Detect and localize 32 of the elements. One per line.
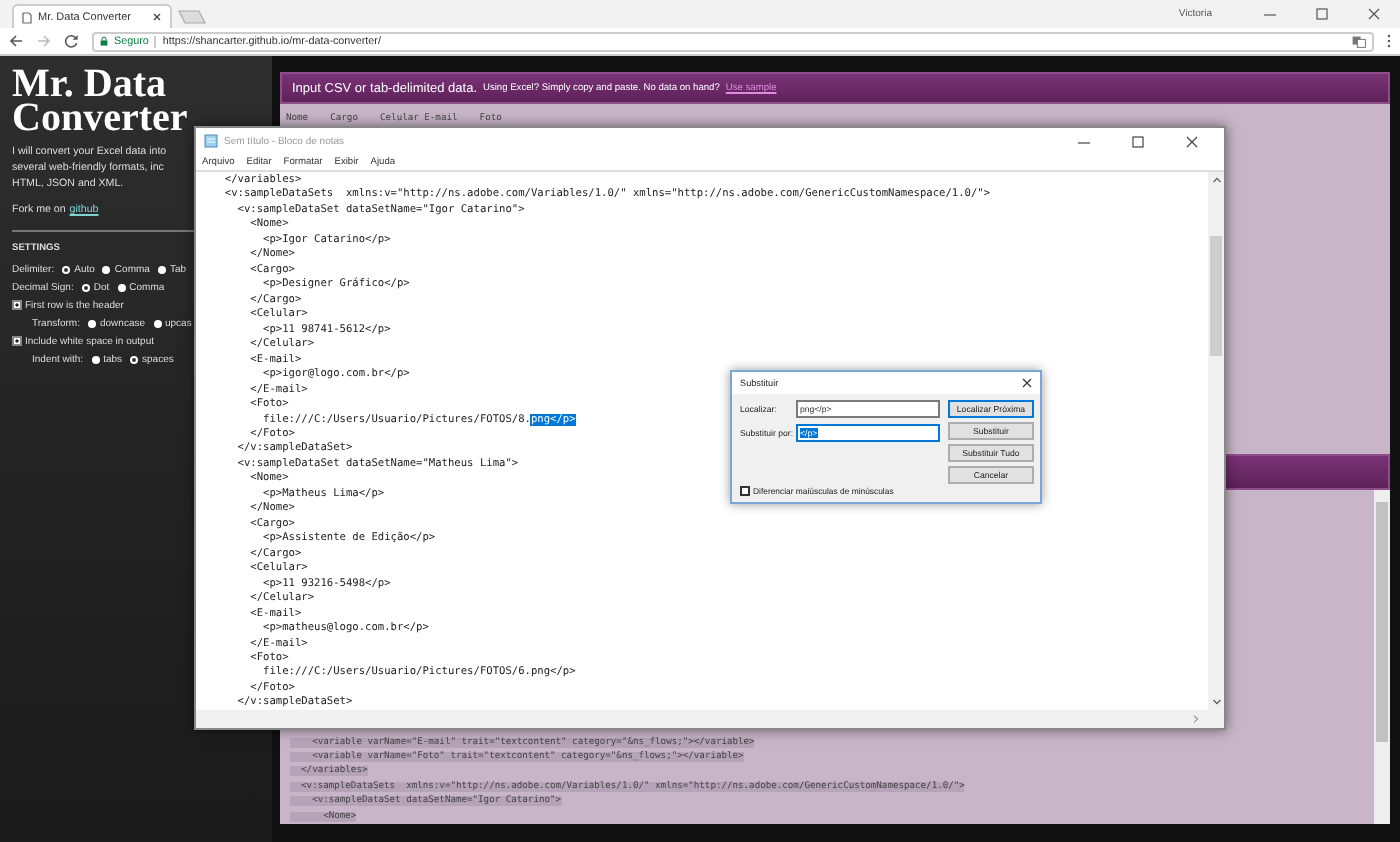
- back-icon[interactable]: [8, 34, 24, 48]
- translate-icon[interactable]: [1352, 35, 1366, 47]
- radio-button[interactable]: [81, 283, 90, 291]
- radio-button[interactable]: [130, 355, 139, 363]
- checkbox[interactable]: [12, 336, 21, 346]
- scrollbar[interactable]: [196, 710, 1224, 728]
- close-icon[interactable]: [1368, 8, 1380, 20]
- scrollbar[interactable]: [1208, 172, 1224, 710]
- menu-icon[interactable]: [1386, 34, 1392, 48]
- radio-button[interactable]: [157, 265, 166, 273]
- checkbox[interactable]: [12, 300, 21, 310]
- maximize-icon[interactable]: [1316, 8, 1328, 20]
- radio-button[interactable]: [62, 265, 71, 273]
- scroll-up-icon[interactable]: [1211, 176, 1221, 184]
- radio-button[interactable]: [87, 319, 96, 327]
- radio-button[interactable]: [102, 265, 111, 273]
- close-icon[interactable]: [1186, 135, 1198, 147]
- close-icon[interactable]: [1022, 378, 1032, 388]
- reload-icon[interactable]: [64, 34, 80, 48]
- maximize-icon[interactable]: [1132, 135, 1144, 147]
- radio-button[interactable]: [91, 355, 100, 363]
- site-title: Mr. Data Converter: [12, 68, 190, 136]
- scroll-down-icon[interactable]: [1211, 698, 1221, 706]
- lock-icon: [100, 36, 108, 46]
- notepad-icon: [204, 134, 218, 148]
- page-icon: [22, 11, 32, 23]
- minimize-icon[interactable]: [1264, 8, 1276, 20]
- radio-button[interactable]: [117, 283, 126, 291]
- scrollbar[interactable]: [1374, 490, 1390, 824]
- radio-button[interactable]: [153, 319, 161, 327]
- close-icon[interactable]: [152, 12, 162, 22]
- checkbox[interactable]: [740, 486, 749, 496]
